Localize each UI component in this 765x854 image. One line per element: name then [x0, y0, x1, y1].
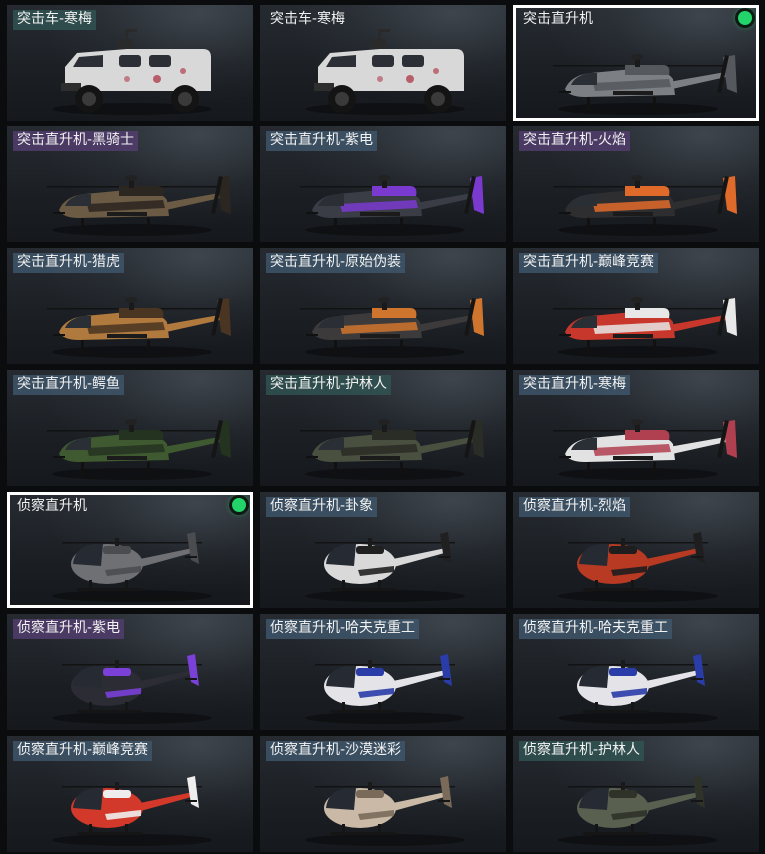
equipped-indicator-icon — [738, 11, 752, 25]
equipped-indicator-icon — [232, 498, 246, 512]
skin-name-label: 侦察直升机 — [17, 498, 87, 514]
skin-name-label: 侦察直升机-卦象 — [266, 497, 378, 517]
skin-name-label: 侦察直升机-沙漠迷彩 — [266, 741, 406, 761]
skin-card[interactable]: 突击直升机 — [513, 5, 759, 121]
skin-card[interactable]: 突击直升机-黑骑士 — [7, 126, 253, 242]
skin-name-label: 侦察直升机-哈夫克重工 — [266, 619, 420, 639]
skin-card[interactable]: 突击直升机-鳄鱼 — [7, 370, 253, 486]
skin-card[interactable]: 突击车-寒梅 — [260, 5, 506, 121]
skin-name-label: 侦察直升机-烈焰 — [519, 497, 631, 517]
skin-name-label: 突击直升机-猎虎 — [13, 253, 125, 273]
skin-name-label: 突击直升机-火焰 — [519, 131, 631, 151]
skin-name-label: 侦察直升机-护林人 — [519, 741, 645, 761]
skin-card[interactable]: 侦察直升机-卦象 — [260, 492, 506, 608]
skin-card[interactable]: 侦察直升机 — [7, 492, 253, 608]
skin-card[interactable]: 侦察直升机-护林人 — [513, 736, 759, 852]
skin-card[interactable]: 侦察直升机-巅峰竞赛 — [7, 736, 253, 852]
skin-card[interactable]: 侦察直升机-紫电 — [7, 614, 253, 730]
skin-card[interactable]: 突击直升机-护林人 — [260, 370, 506, 486]
skin-card[interactable]: 突击直升机-猎虎 — [7, 248, 253, 364]
skin-name-label: 突击直升机-紫电 — [266, 131, 378, 151]
skin-card[interactable]: 突击直升机-火焰 — [513, 126, 759, 242]
skin-card[interactable]: 突击直升机-原始伪装 — [260, 248, 506, 364]
skin-card[interactable]: 侦察直升机-沙漠迷彩 — [260, 736, 506, 852]
skin-card[interactable]: 突击直升机-巅峰竞赛 — [513, 248, 759, 364]
skin-card[interactable]: 侦察直升机-哈夫克重工 — [513, 614, 759, 730]
skin-name-label: 突击直升机-原始伪装 — [266, 253, 406, 273]
skin-name-label: 突击车-寒梅 — [13, 10, 97, 30]
skin-name-label: 突击直升机-鳄鱼 — [13, 375, 125, 395]
skin-card[interactable]: 侦察直升机-哈夫克重工 — [260, 614, 506, 730]
skin-card[interactable]: 侦察直升机-烈焰 — [513, 492, 759, 608]
skin-card[interactable]: 突击直升机-寒梅 — [513, 370, 759, 486]
skin-card[interactable]: 突击车-寒梅 — [7, 5, 253, 121]
skin-name-label: 突击车-寒梅 — [270, 11, 346, 27]
skin-grid: 突击车-寒梅 突击车-寒梅 突击直升机 突击直升机-黑骑士 突击直升机-紫电 突击直升机-… — [0, 0, 765, 854]
skin-name-label: 侦察直升机-紫电 — [13, 619, 125, 639]
skin-name-label: 侦察直升机-哈夫克重工 — [519, 619, 673, 639]
skin-card[interactable]: 突击直升机-紫电 — [260, 126, 506, 242]
skin-name-label: 突击直升机-寒梅 — [519, 375, 631, 395]
skin-name-label: 突击直升机-巅峰竞赛 — [519, 253, 659, 273]
skin-name-label: 突击直升机-护林人 — [266, 375, 392, 395]
skin-name-label: 突击直升机-黑骑士 — [13, 131, 139, 151]
skin-name-label: 突击直升机 — [523, 11, 593, 27]
skin-name-label: 侦察直升机-巅峰竞赛 — [13, 741, 153, 761]
